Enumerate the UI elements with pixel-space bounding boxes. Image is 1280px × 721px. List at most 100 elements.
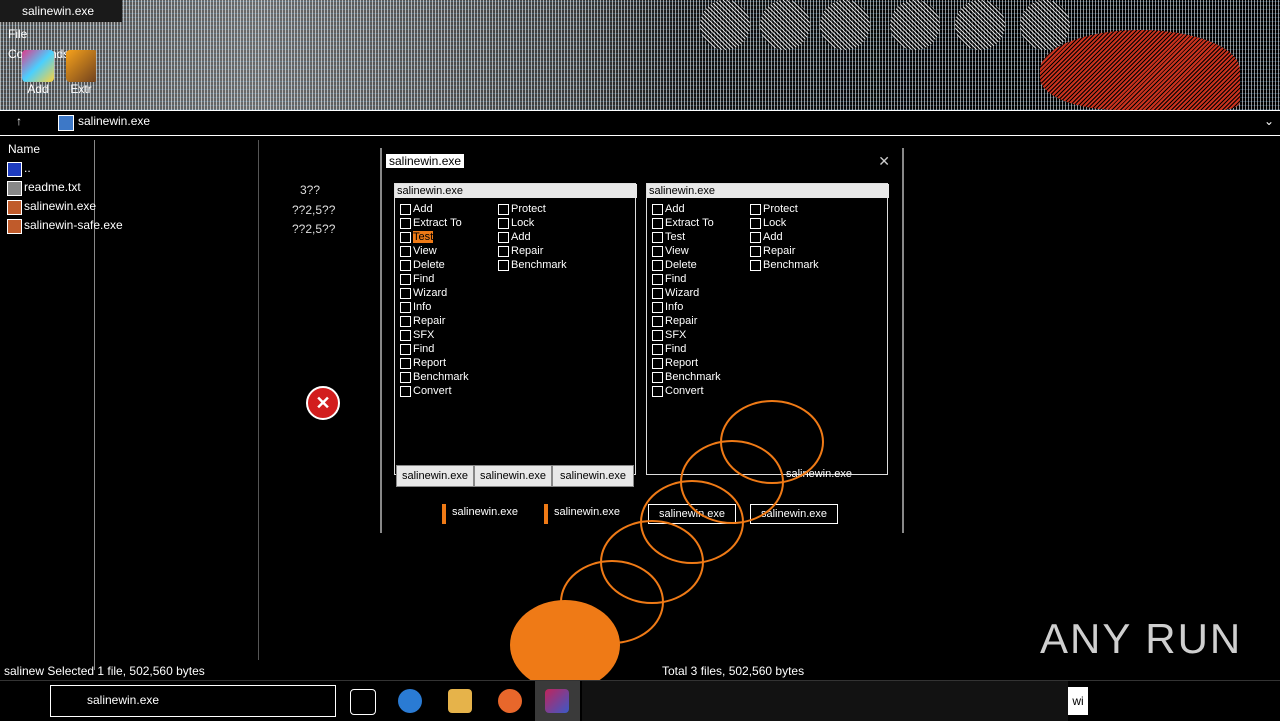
option-item[interactable]: Repair [397, 314, 497, 328]
extract-button[interactable]: Extr [66, 50, 96, 96]
menu-file[interactable]: File [8, 27, 27, 41]
option-item[interactable]: SFX [397, 328, 497, 342]
list-item[interactable]: .. [0, 159, 94, 178]
option-item[interactable]: Benchmark [649, 370, 749, 384]
add-button[interactable]: Add [18, 50, 58, 96]
exe-file-icon [7, 200, 22, 215]
menu-bar: File Commands [0, 24, 100, 61]
option-item[interactable]: Repair [747, 244, 847, 258]
tab-1[interactable]: salinewin.exe [396, 465, 474, 487]
option-item[interactable]: Delete [397, 258, 497, 272]
option-item[interactable]: Find [397, 272, 497, 286]
file-size: ??2,5?? [292, 222, 336, 236]
option-item[interactable]: Report [397, 356, 497, 370]
option-item[interactable]: Info [397, 300, 497, 314]
option-item[interactable]: Lock [495, 216, 595, 230]
file-size: ??2,5?? [292, 203, 336, 217]
status-right: Total 3 files, 502,560 bytes [662, 664, 805, 678]
close-icon[interactable]: ✕ [878, 153, 890, 170]
file-name: readme.txt [24, 180, 81, 194]
winrar-icon [545, 689, 569, 713]
folder-up-icon [7, 162, 22, 177]
left-pane-column-1: Add Extract To Test View Delete Find Wiz… [397, 202, 497, 398]
watermark: ANY RUN [1040, 615, 1243, 662]
taskbar-empty [582, 681, 1068, 721]
orange-marker [544, 504, 548, 524]
folder-icon[interactable] [448, 689, 472, 713]
firefox-icon[interactable] [498, 689, 522, 713]
glitch-blob [955, 0, 1005, 50]
left-pane-column-2: Protect Lock Add Repair Benchmark [495, 202, 595, 272]
file-list: Name .. readme.txt salinewin.exe salinew… [0, 140, 123, 670]
option-item[interactable]: Protect [747, 202, 847, 216]
search-box[interactable]: salinewin.exe [50, 685, 336, 717]
bottom-button[interactable]: salinewin.exe [554, 506, 620, 518]
option-item[interactable]: Repair [649, 314, 749, 328]
option-item[interactable]: Find [649, 342, 749, 356]
tab-2[interactable]: salinewin.exe [474, 465, 552, 487]
option-item[interactable]: Protect [495, 202, 595, 216]
tab-3[interactable]: salinewin.exe [552, 465, 634, 487]
file-size: 3?? [300, 183, 321, 197]
error-popup: ✕ [306, 386, 376, 438]
add-icon [22, 50, 54, 82]
option-item-highlight[interactable]: Test [413, 231, 434, 243]
list-item[interactable]: readme.txt [0, 178, 94, 197]
option-item[interactable]: View [649, 244, 749, 258]
text-file-icon [7, 181, 22, 196]
glitch-red-shape [1040, 30, 1240, 110]
option-item[interactable]: View [397, 244, 497, 258]
add-label: Add [27, 82, 49, 96]
up-arrow-icon[interactable]: ↑ [16, 114, 22, 128]
pane-header: salinewin.exe [395, 184, 637, 198]
column-name[interactable]: Name [0, 140, 94, 159]
option-item[interactable]: Convert [649, 384, 749, 398]
status-left: salinew Selected 1 file, 502,560 bytes [4, 664, 205, 678]
option-item[interactable]: Benchmark [747, 258, 847, 272]
glitch-blob [700, 0, 750, 50]
option-item[interactable]: SFX [649, 328, 749, 342]
edge-icon[interactable] [398, 689, 422, 713]
window-title: salinewin.exe [0, 0, 122, 22]
taskbar-label[interactable]: wi [1068, 687, 1088, 715]
option-item[interactable]: Extract To [649, 216, 749, 230]
option-item[interactable]: Benchmark [495, 258, 595, 272]
option-item[interactable]: Find [397, 342, 497, 356]
list-item[interactable]: salinewin.exe [0, 197, 96, 216]
extract-label: Extr [70, 82, 92, 96]
option-item[interactable]: Add [397, 202, 497, 216]
option-item[interactable]: Extract To [397, 216, 497, 230]
option-item[interactable]: Lock [747, 216, 847, 230]
option-item[interactable]: Report [649, 356, 749, 370]
search-input[interactable]: salinewin.exe [87, 693, 159, 707]
option-item[interactable]: Convert [397, 384, 497, 398]
option-item[interactable]: Delete [649, 258, 749, 272]
option-item[interactable]: Wizard [649, 286, 749, 300]
extract-icon [66, 50, 96, 82]
orange-circle [720, 400, 824, 484]
option-item[interactable]: Add [747, 230, 847, 244]
bottom-button[interactable]: salinewin.exe [452, 506, 518, 518]
left-pane: salinewin.exe Add Extract To Test View D… [394, 183, 637, 475]
file-name: .. [24, 161, 31, 175]
list-item[interactable]: salinewin-safe.exe [0, 216, 123, 235]
glitch-blob [890, 0, 940, 50]
option-item[interactable]: Info [649, 300, 749, 314]
address-bar[interactable]: ↑ salinewin.exe ⌄ [0, 110, 1280, 136]
glitch-blob [760, 0, 810, 50]
option-item[interactable]: Repair [495, 244, 595, 258]
option-item[interactable]: Add [495, 230, 595, 244]
right-pane-column-1: Add Extract To Test View Delete Find Wiz… [649, 202, 749, 398]
winrar-taskbar-button[interactable] [535, 681, 580, 721]
option-item[interactable]: Add [649, 202, 749, 216]
task-view-icon[interactable] [350, 689, 376, 715]
option-item[interactable]: Wizard [397, 286, 497, 300]
glitched-dialog: salinewin.exe ✕ salinewin.exe Add Extrac… [380, 148, 904, 533]
exe-file-icon [7, 219, 22, 234]
orange-marker [442, 504, 446, 524]
option-item[interactable]: Find [649, 272, 749, 286]
option-item[interactable]: Benchmark [397, 370, 497, 384]
option-item[interactable]: Test [649, 230, 749, 244]
error-icon: ✕ [306, 386, 340, 420]
chevron-down-icon[interactable]: ⌄ [1264, 114, 1274, 128]
